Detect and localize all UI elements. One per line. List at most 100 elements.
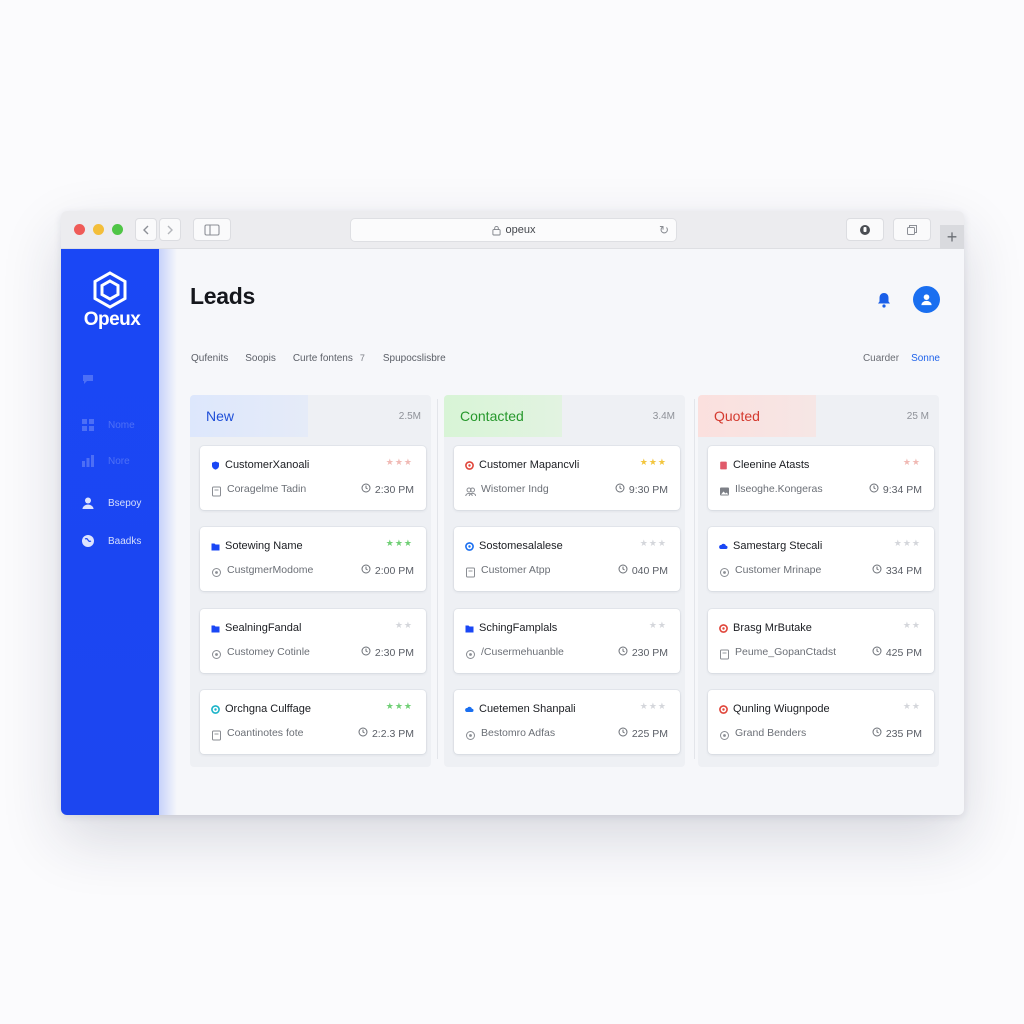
avatar[interactable] [913,286,940,313]
folder-icon [465,624,474,633]
tabs-overview-button[interactable] [893,218,931,241]
circle-icon [465,647,476,659]
reload-icon[interactable]: ↻ [659,223,669,237]
filter-bar: Qufenits Soopis Curte fontens 7 Spupocsl… [191,353,463,364]
filter-tab[interactable]: Spupocslisbre [383,353,446,364]
lead-name: Customer Mapancvli [479,459,580,471]
filter-count: 7 [359,353,365,363]
lead-company: Customer Mrinape [735,564,822,576]
lead-company: Customey Cotinle [227,646,310,658]
clock-icon [615,483,625,496]
lead-card[interactable]: SchingFamplals ★★ /Cusermehuanble 230 PM [454,609,680,673]
circle-icon [719,728,730,740]
lead-time-text: 2:2.3 PM [371,727,414,740]
column-divider [437,399,438,759]
lead-name: Brasg MrButake [733,622,812,634]
globe-icon [81,534,95,548]
sidebar-item-nore[interactable]: Nore [81,451,130,471]
column-title: New [206,408,235,424]
lead-card[interactable]: Qunling Wiugnpode ★★ Grand Benders 235 P… [708,690,934,754]
rating-stars: ★★★ [385,457,413,467]
bell-icon[interactable] [876,291,892,309]
lead-time-text: 2:00 PM [374,564,414,577]
sidebar-item-nome[interactable]: Nome [81,415,135,435]
lead-card[interactable]: Orchgna Culffage ★★★ Coantinotes fote 2:… [200,690,426,754]
forward-button[interactable] [159,218,181,241]
back-button[interactable] [135,218,157,241]
lead-card[interactable]: CustomerXanoali ★★★ Coragelme Tadin 2:30… [200,446,426,510]
sidebar-item-chat[interactable] [81,369,108,389]
filter-tab[interactable]: Curte fontens [293,353,353,364]
lead-card[interactable]: Sotewing Name ★★★ CustgmerModome 2:00 PM [200,527,426,591]
filter-tab[interactable]: Soopis [245,353,276,364]
rating-stars: ★★ [648,620,667,630]
sidebar-item-label: Nore [108,455,130,467]
brand-name: Opeux [83,309,141,330]
lead-company: /Cusermehuanble [481,646,564,658]
lead-company: Peume_GopanCtadst [735,646,836,658]
lead-time-text: 2:30 PM [374,483,414,496]
minimize-window-button[interactable] [93,224,104,235]
sidebar-item-baadks[interactable]: Baadks [81,531,141,551]
sidebar-item-label: Baadks [108,535,142,547]
chart-icon [81,454,95,468]
lead-time-text: 425 PM [885,646,922,659]
sidebar-item-bsepoy[interactable]: Bsepoy [81,493,141,513]
column-header[interactable]: Contacted 3.4M [444,395,685,437]
target-icon [211,705,220,714]
lead-card[interactable]: Samestarg Stecali ★★★ Customer Mrinape 3… [708,527,934,591]
clock-icon [618,564,628,577]
chat-icon [81,372,95,386]
column-header[interactable]: New 2.5M [190,395,431,437]
lead-card[interactable]: Sostomesalalese ★★★ Customer Atpp 040 PM [454,527,680,591]
lead-time: 230 PM [618,646,668,659]
column-count: 25 M [906,410,929,422]
rating-stars: ★★★ [385,701,413,711]
cloud-icon [465,705,474,714]
new-tab-button[interactable]: + [940,225,964,249]
target-icon [465,542,474,551]
column-contacted: Contacted 3.4M Customer Mapancvli ★★★ Wi… [444,395,685,767]
target-icon [719,705,728,714]
column-header[interactable]: Quoted 25 M [698,395,939,437]
clock-icon [358,727,368,740]
lead-time-text: 040 PM [631,564,668,577]
lead-card[interactable]: Brasg MrButake ★★ Peume_GopanCtadst 425 … [708,609,934,673]
lead-name: SealningFandal [225,622,302,634]
lead-company: Customer Atpp [481,564,551,576]
circle-icon [211,647,222,659]
lead-card[interactable]: Cleenine Atasts ★★ Ilseoghe.Kongeras 9:3… [708,446,934,510]
clock-icon [869,483,879,496]
circle-icon [465,728,476,740]
lead-company: Wistomer Indg [481,483,549,495]
lead-card[interactable]: Customer Mapancvli ★★★ Wistomer Indg 9:3… [454,446,680,510]
lead-time: 9:30 PM [615,483,668,496]
shield-extension-button[interactable] [846,218,884,241]
view-option-active[interactable]: Sonne [911,353,940,364]
lead-time-text: 9:30 PM [628,483,668,496]
rating-stars: ★★★ [639,701,667,711]
user-icon [81,496,95,510]
close-window-button[interactable] [74,224,85,235]
circle-icon [719,565,730,577]
clock-icon [361,646,371,659]
lead-card[interactable]: Cuetemen Shanpali ★★★ Bestomro Adfas 225… [454,690,680,754]
lead-company: Grand Benders [735,727,807,739]
target-icon [465,461,474,470]
rating-stars: ★★★ [893,538,921,548]
address-bar[interactable]: opeux ↻ [350,218,677,242]
column-quoted: Quoted 25 M Cleenine Atasts ★★ Ilseoghe.… [698,395,939,767]
column-title: Quoted [714,408,760,424]
lead-time: 040 PM [618,564,668,577]
browser-titlebar: opeux ↻ + [61,211,964,249]
rating-stars: ★★★ [385,538,413,548]
copy-icon [907,224,917,235]
sidebar-toggle-button[interactable] [193,218,231,241]
filter-tab[interactable]: Qufenits [191,353,228,364]
circle-icon [211,565,222,577]
view-option[interactable]: Cuarder [863,353,899,364]
maximize-window-button[interactable] [112,224,123,235]
lead-card[interactable]: SealningFandal ★★ Customey Cotinle 2:30 … [200,609,426,673]
column-title: Contacted [460,408,524,424]
clock-icon [872,727,882,740]
